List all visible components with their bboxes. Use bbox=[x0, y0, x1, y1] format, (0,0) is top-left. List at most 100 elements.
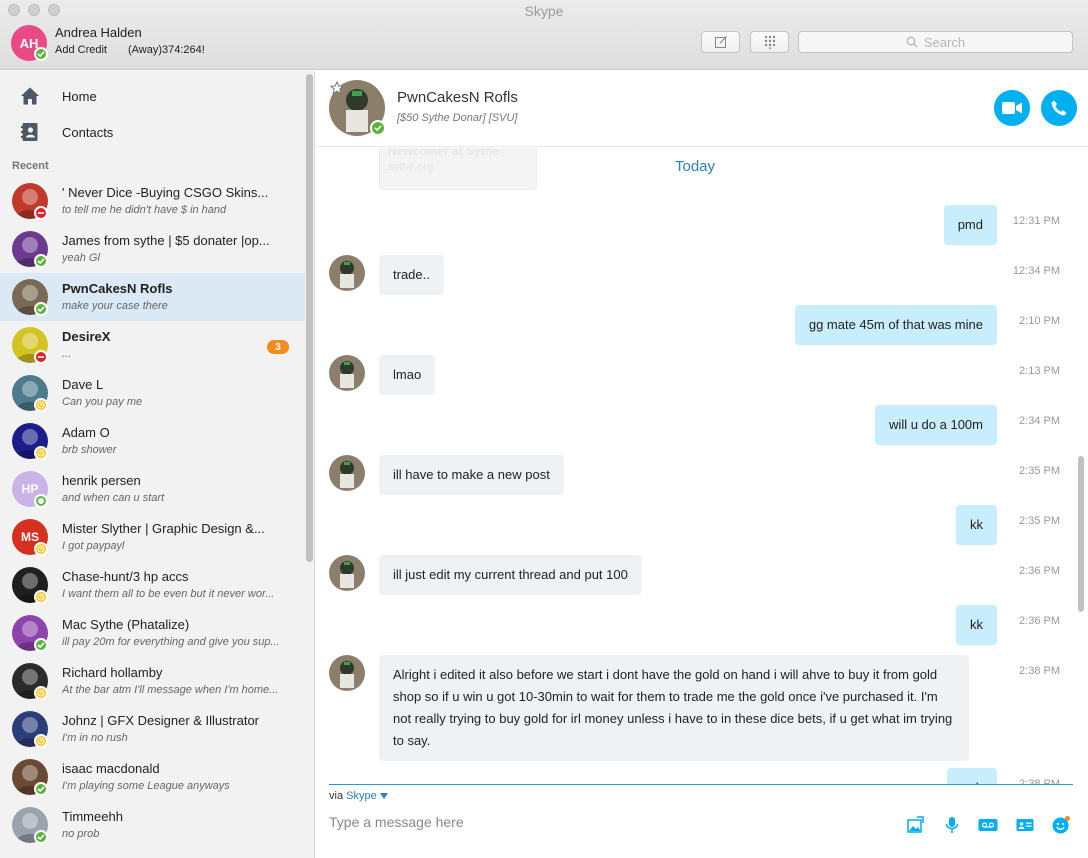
presence-online-icon bbox=[34, 302, 48, 316]
pwncakes-avatar-image bbox=[329, 355, 365, 391]
sidebar-scrollbar[interactable] bbox=[306, 71, 313, 858]
conversation-title[interactable]: PwnCakesN Rofls bbox=[397, 89, 518, 106]
incoming-message[interactable]: Alright i edited it also before we start… bbox=[379, 655, 969, 761]
window-title: Skype bbox=[524, 3, 564, 19]
sender-avatar[interactable] bbox=[329, 255, 365, 291]
sender-avatar[interactable] bbox=[329, 555, 365, 591]
chevron-down-icon[interactable] bbox=[379, 793, 388, 799]
unread-count-badge: 3 bbox=[267, 340, 289, 354]
contact-name: Mister Slyther | Graphic Design &... bbox=[62, 521, 265, 536]
presence-away-icon bbox=[34, 686, 48, 700]
send-image-icon bbox=[907, 816, 924, 833]
contact-name: Dave L bbox=[62, 377, 104, 392]
message-input[interactable] bbox=[329, 812, 889, 832]
contact-name: PwnCakesN Rofls bbox=[62, 281, 173, 296]
via-service-link[interactable]: Skype bbox=[346, 790, 377, 802]
nav-contacts[interactable]: Contacts bbox=[0, 115, 305, 149]
contact-item[interactable]: Adam O brb shower bbox=[0, 417, 305, 465]
outgoing-message[interactable]: pmd bbox=[943, 205, 997, 245]
sender-avatar[interactable] bbox=[329, 455, 365, 491]
contact-item[interactable]: isaac macdonald I'm playing some League a… bbox=[0, 753, 305, 801]
voicemail-icon bbox=[978, 819, 998, 831]
message-timestamp: 2:10 PM bbox=[1019, 315, 1060, 327]
message-timestamp: 2:35 PM bbox=[1019, 465, 1060, 477]
contact-last-message: make your case there bbox=[62, 300, 168, 312]
link-preview-title: Newcomer at Sythe bbox=[388, 148, 499, 158]
contact-item[interactable]: ' Never Dice -Buying CSGO Skins... to tel… bbox=[0, 177, 305, 225]
send-via[interactable]: via Skype bbox=[329, 790, 388, 802]
search-field[interactable]: Search bbox=[798, 31, 1073, 53]
contact-item[interactable]: MS Mister Slyther | Graphic Design &... I … bbox=[0, 513, 305, 561]
presence-away-icon bbox=[34, 590, 48, 604]
my-presence-icon bbox=[34, 47, 48, 61]
send-contact-button[interactable] bbox=[1014, 814, 1036, 836]
contact-item[interactable]: PwnCakesN Rofls make your case there bbox=[0, 273, 305, 321]
presence-online-icon bbox=[34, 638, 48, 652]
via-prefix: via bbox=[329, 790, 344, 802]
send-file-button[interactable] bbox=[905, 814, 927, 836]
contact-name: Adam O bbox=[62, 425, 110, 440]
pwncakes-avatar-image bbox=[329, 255, 365, 291]
conversation-mood: [$50 Sythe Donar] [SVU] bbox=[397, 112, 518, 124]
my-status-text[interactable]: (Away)374:264! bbox=[128, 44, 205, 56]
contact-item[interactable]: HP henrik persen and when can u start bbox=[0, 465, 305, 513]
presence-busy-icon bbox=[34, 350, 48, 364]
pwncakes-avatar-image bbox=[329, 655, 365, 691]
incoming-message[interactable]: ill have to make a new post bbox=[379, 455, 564, 495]
presence-busy-icon bbox=[34, 206, 48, 220]
contact-item[interactable]: Richard hollamby At the bar atm I'll mess… bbox=[0, 657, 305, 705]
presence-offline-icon bbox=[34, 494, 48, 508]
contact-item[interactable]: Chase-hunt/3 hp accs I want them all to b… bbox=[0, 561, 305, 609]
contact-item[interactable]: DesireX... 3 bbox=[0, 321, 305, 369]
sender-avatar[interactable] bbox=[329, 655, 365, 691]
video-camera-icon bbox=[1002, 102, 1022, 114]
contact-last-message: Can you pay me bbox=[62, 396, 143, 408]
outgoing-message[interactable]: gg mate 45m of that was mine bbox=[794, 305, 997, 345]
incoming-message[interactable]: trade.. bbox=[379, 255, 444, 295]
search-placeholder: Search bbox=[923, 34, 966, 50]
contact-item[interactable]: Mac Sythe (Phatalize) ill pay 20m for eve… bbox=[0, 609, 305, 657]
add-credit-link[interactable]: Add Credit bbox=[55, 44, 107, 56]
nav-home[interactable]: Home bbox=[0, 79, 305, 113]
audio-call-button[interactable] bbox=[1041, 90, 1077, 126]
incoming-message[interactable]: ill just edit my current thread and put … bbox=[379, 555, 642, 595]
home-icon bbox=[21, 87, 39, 105]
contact-name: isaac macdonald bbox=[62, 761, 160, 776]
message-timestamp: 2:35 PM bbox=[1019, 515, 1060, 527]
outgoing-message[interactable]: will u do a 100m bbox=[875, 405, 997, 445]
contact-item[interactable]: Timmeehh no prob bbox=[0, 801, 305, 849]
message-timestamp: 12:31 PM bbox=[1012, 215, 1060, 227]
incoming-message[interactable]: lmao bbox=[379, 355, 436, 395]
contact-name: James from sythe | $5 donater |op... bbox=[62, 233, 270, 248]
my-avatar[interactable]: AH bbox=[11, 25, 48, 61]
presence-away-icon bbox=[34, 734, 48, 748]
sender-avatar[interactable] bbox=[329, 355, 365, 391]
conversation-scrollbar-thumb[interactable] bbox=[1078, 456, 1084, 612]
dialpad-button[interactable] bbox=[750, 31, 789, 53]
smiley-icon bbox=[1052, 816, 1070, 834]
presence-online-icon bbox=[34, 782, 48, 796]
contact-last-message: and when can u start bbox=[62, 492, 165, 504]
presence-away-icon bbox=[34, 398, 48, 412]
video-message-button[interactable] bbox=[977, 814, 999, 836]
message-timestamp: 2:38 PM bbox=[1019, 665, 1060, 677]
favorite-star-icon[interactable] bbox=[330, 81, 344, 95]
contact-last-message: I'm playing some League anyways bbox=[62, 780, 230, 792]
emoticons-button[interactable] bbox=[1050, 814, 1072, 836]
video-call-button[interactable] bbox=[994, 90, 1030, 126]
pwncakes-avatar-image bbox=[329, 555, 365, 591]
contact-item[interactable]: Johnz | GFX Designer & Illustrator I'm in… bbox=[0, 705, 305, 753]
voice-message-button[interactable] bbox=[941, 814, 963, 836]
sidebar-scrollbar-thumb[interactable] bbox=[306, 74, 313, 562]
new-conversation-button[interactable] bbox=[701, 31, 740, 53]
message-history[interactable]: Newcomer at Sythe sythe.org Today pmd 12:… bbox=[316, 148, 1088, 784]
my-name[interactable]: Andrea Halden bbox=[55, 25, 142, 40]
contact-name: Timmeehh bbox=[62, 809, 123, 824]
contact-item[interactable]: James from sythe | $5 donater |op... yeah… bbox=[0, 225, 305, 273]
conversation-scrollbar[interactable] bbox=[1078, 148, 1085, 784]
contact-name: Chase-hunt/3 hp accs bbox=[62, 569, 189, 584]
contact-name: Mac Sythe (Phatalize) bbox=[62, 617, 190, 632]
contact-name: Richard hollamby bbox=[62, 665, 163, 680]
contact-item[interactable]: Dave L Can you pay me bbox=[0, 369, 305, 417]
phone-icon bbox=[1051, 100, 1067, 116]
